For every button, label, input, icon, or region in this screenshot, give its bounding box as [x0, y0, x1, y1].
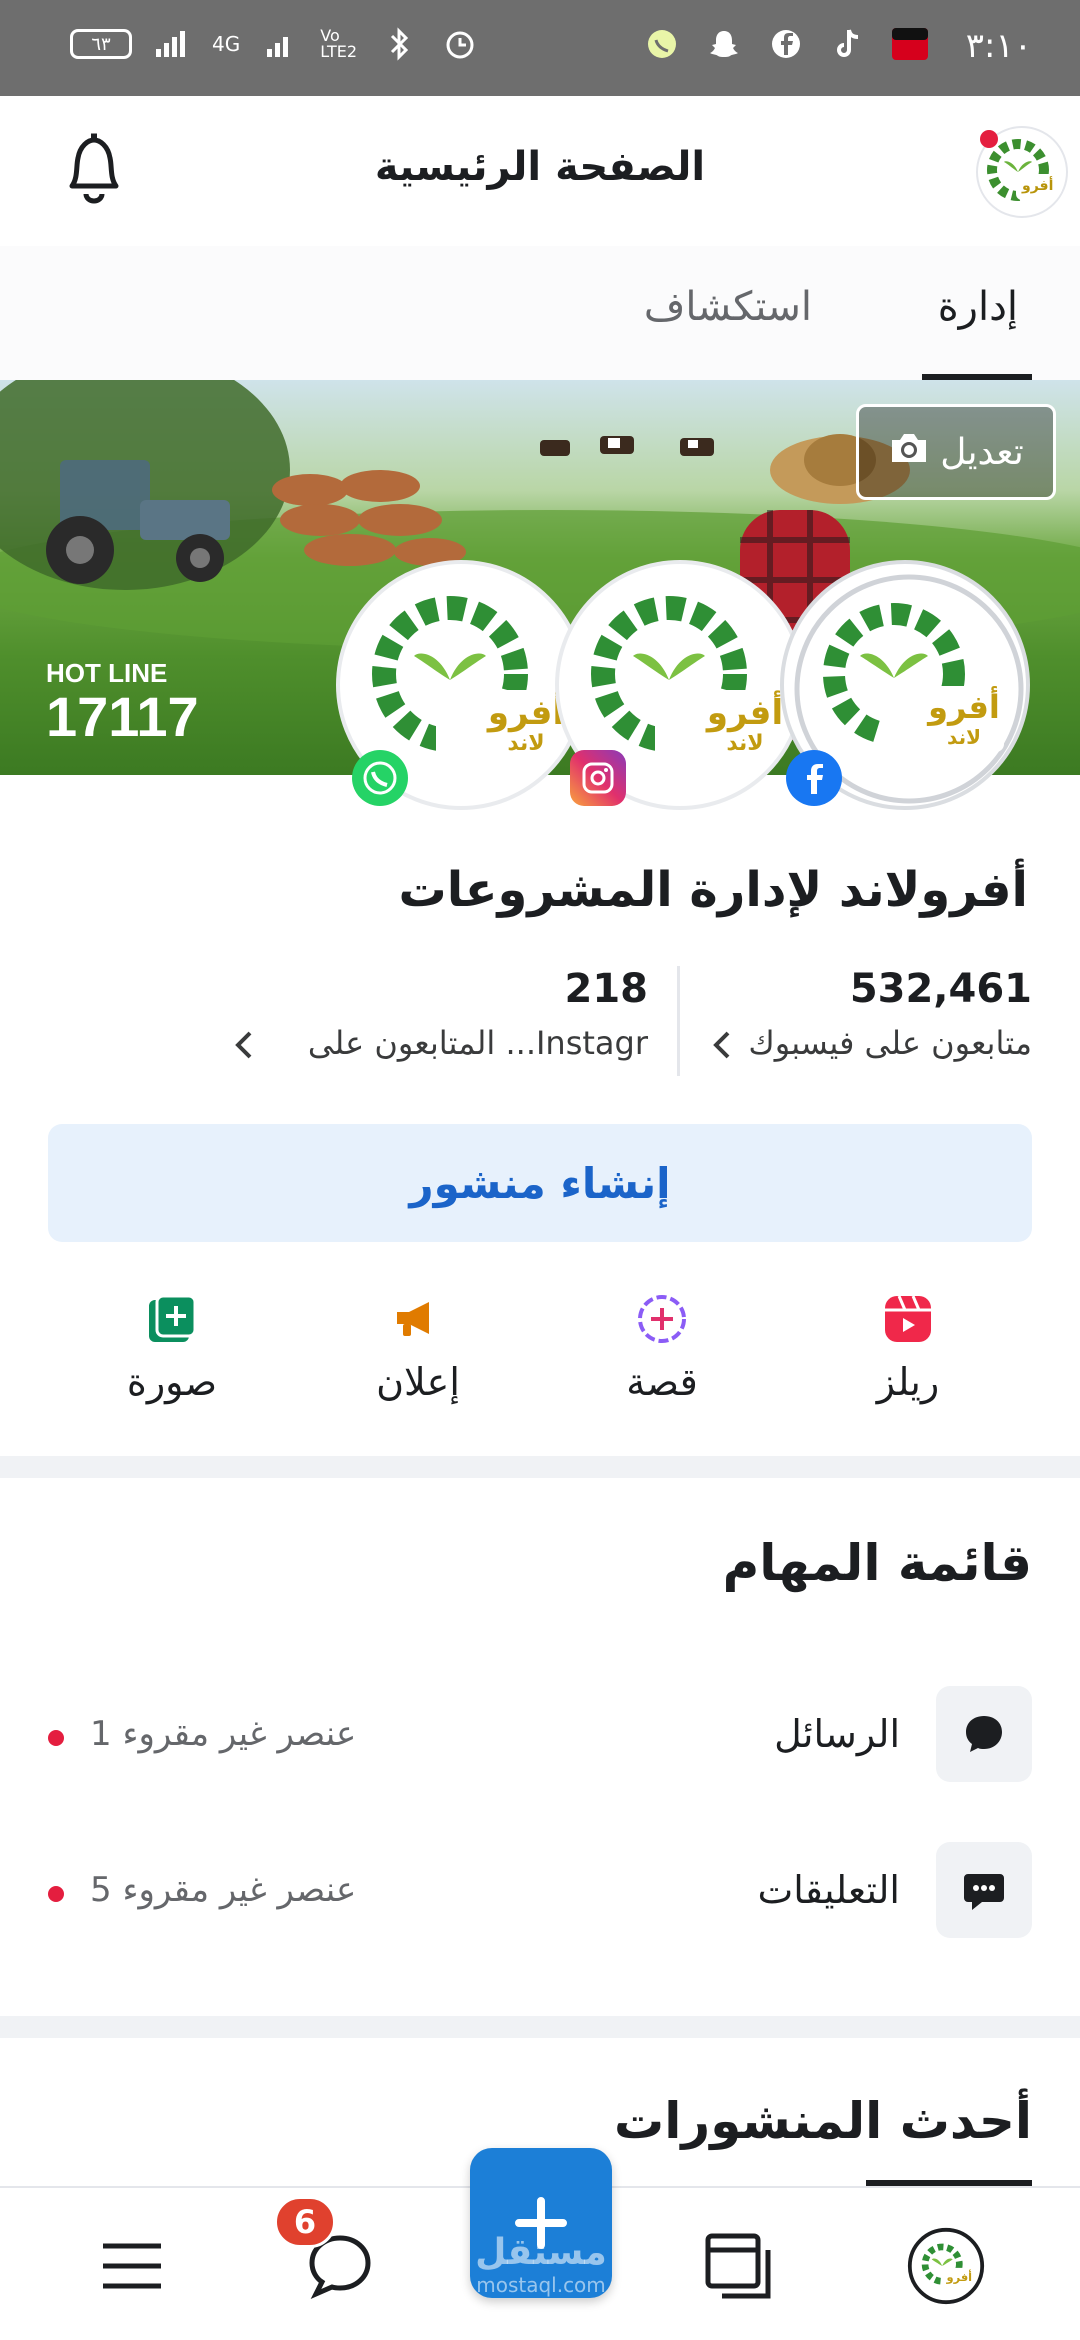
instagram-followers-label: المتابعون على ...Instagr: [307, 1024, 648, 1062]
volte-label: Vo LTE2: [320, 26, 358, 61]
stats-divider: [677, 966, 680, 1076]
whatsapp-icon: [642, 24, 682, 64]
avatar-logo-text: أفرو: [1021, 176, 1053, 194]
unread-dot: [48, 1730, 64, 1746]
photo-button[interactable]: صورة: [82, 1292, 262, 1404]
tractor-illustration: [46, 460, 230, 584]
task-messages-row[interactable]: الرسائل 1 عنصر غير مقروء: [0, 1686, 1080, 1786]
menu-icon[interactable]: [92, 2226, 172, 2306]
camera-icon: [888, 430, 930, 475]
facebook-followers-count: 532,461: [849, 966, 1032, 1012]
edit-cover-label: تعديل: [940, 431, 1024, 473]
page-name: أفرولاند لإدارة المشروعات: [398, 862, 1028, 918]
message-icon: [936, 1686, 1032, 1782]
story-icon: [635, 1292, 689, 1346]
tab-bar: إدارة استكشاف: [0, 246, 1080, 380]
megaphone-icon: [391, 1292, 445, 1346]
task-unread-count: 5 عنصر غير مقروء: [90, 1870, 357, 1910]
reels-label: ريلز: [876, 1360, 940, 1404]
notification-app-icons: [642, 24, 930, 64]
comment-icon: [936, 1842, 1032, 1938]
story-label: قصة: [626, 1360, 698, 1404]
snapchat-icon: [704, 24, 744, 64]
network-type-label: 4G: [212, 32, 241, 56]
facebook-icon: [766, 24, 806, 64]
instagram-followers-count: 218: [564, 966, 649, 1012]
logo-text-ar: أفرو: [926, 686, 1000, 726]
watermark-text: مستقل: [475, 2232, 607, 2273]
bluetooth-icon: [380, 24, 420, 64]
instagram-icon: [570, 750, 626, 806]
avatar-logo-text: أفرو: [946, 2270, 973, 2284]
section-divider: [0, 2016, 1080, 2038]
watermark-sub: mostaql.com: [476, 2273, 606, 2297]
logo-text-ar: أفرو: [486, 690, 564, 733]
watermark: مستقل mostaql.com: [468, 2232, 614, 2297]
notification-dot: [980, 130, 998, 148]
pages-icon[interactable]: [698, 2226, 778, 2306]
page-title: الصفحة الرئيسية: [374, 144, 706, 190]
top-header: الصفحة الرئيسية أفرو: [0, 96, 1080, 246]
alarm-icon: [440, 24, 480, 64]
unread-dot: [48, 1886, 64, 1902]
status-bar: ٦٣ 4G Vo LTE2 ٣:١٠: [0, 0, 1080, 96]
profile-nav-avatar[interactable]: أفرو: [906, 2226, 986, 2306]
section-divider: [0, 1456, 1080, 1478]
edit-cover-button[interactable]: تعديل: [856, 404, 1056, 500]
logo-text-ar: أفرو: [705, 690, 783, 733]
logo-text-ar-2: لاند: [947, 725, 981, 749]
task-unread-count: 1 عنصر غير مقروء: [90, 1714, 357, 1754]
facebook-icon: [786, 750, 842, 806]
system-icons: ٦٣ 4G Vo LTE2: [70, 24, 480, 64]
story-button[interactable]: قصة: [572, 1292, 752, 1404]
add-photo-icon: [145, 1292, 199, 1346]
facebook-followers-label: متابعون على فيسبوك: [748, 1024, 1032, 1062]
signal-icon: [152, 24, 192, 64]
create-post-button[interactable]: إنشاء منشور: [48, 1124, 1032, 1242]
signal-icon: [260, 24, 300, 64]
task-label: الرسائل: [774, 1712, 900, 1756]
ad-label: إعلان: [376, 1360, 460, 1404]
clock: ٣:١٠: [965, 26, 1032, 66]
photo-label: صورة: [126, 1360, 218, 1404]
chat-notification-badge: 6: [274, 2196, 336, 2248]
facebook-followers-stat[interactable]: 532,461 متابعون على فيسبوك: [748, 966, 1032, 1062]
instagram-followers-stat[interactable]: 218 المتابعون على ...Instagr: [308, 966, 648, 1062]
reels-icon: [881, 1292, 935, 1346]
chevron-left-icon[interactable]: [232, 1025, 256, 1075]
etisalat-icon: [890, 24, 930, 64]
whatsapp-icon: [352, 750, 408, 806]
latest-posts-title: أحدث المنشورات: [614, 2092, 1032, 2150]
hotline-label: HOT LINE 17117: [46, 658, 199, 745]
hotline-number: 17117: [46, 685, 199, 748]
task-label: التعليقات: [757, 1868, 900, 1912]
reels-button[interactable]: ريلز: [818, 1292, 998, 1404]
ad-button[interactable]: إعلان: [328, 1292, 508, 1404]
tasks-title: قائمة المهام: [722, 1534, 1032, 1592]
potato-sacks-illustration: [272, 470, 466, 566]
tiktok-icon: [828, 24, 868, 64]
tab-manage[interactable]: إدارة: [938, 284, 1018, 330]
battery-icon: ٦٣: [70, 29, 132, 59]
battery-level: ٦٣: [91, 33, 111, 55]
tab-explore[interactable]: استكشاف: [644, 284, 812, 330]
logo-text-ar-2: لاند: [726, 731, 763, 756]
chevron-left-icon[interactable]: [710, 1025, 734, 1075]
logo-text-ar-2: لاند: [507, 731, 544, 756]
task-comments-row[interactable]: التعليقات 5 عنصر غير مقروء: [0, 1842, 1080, 1942]
